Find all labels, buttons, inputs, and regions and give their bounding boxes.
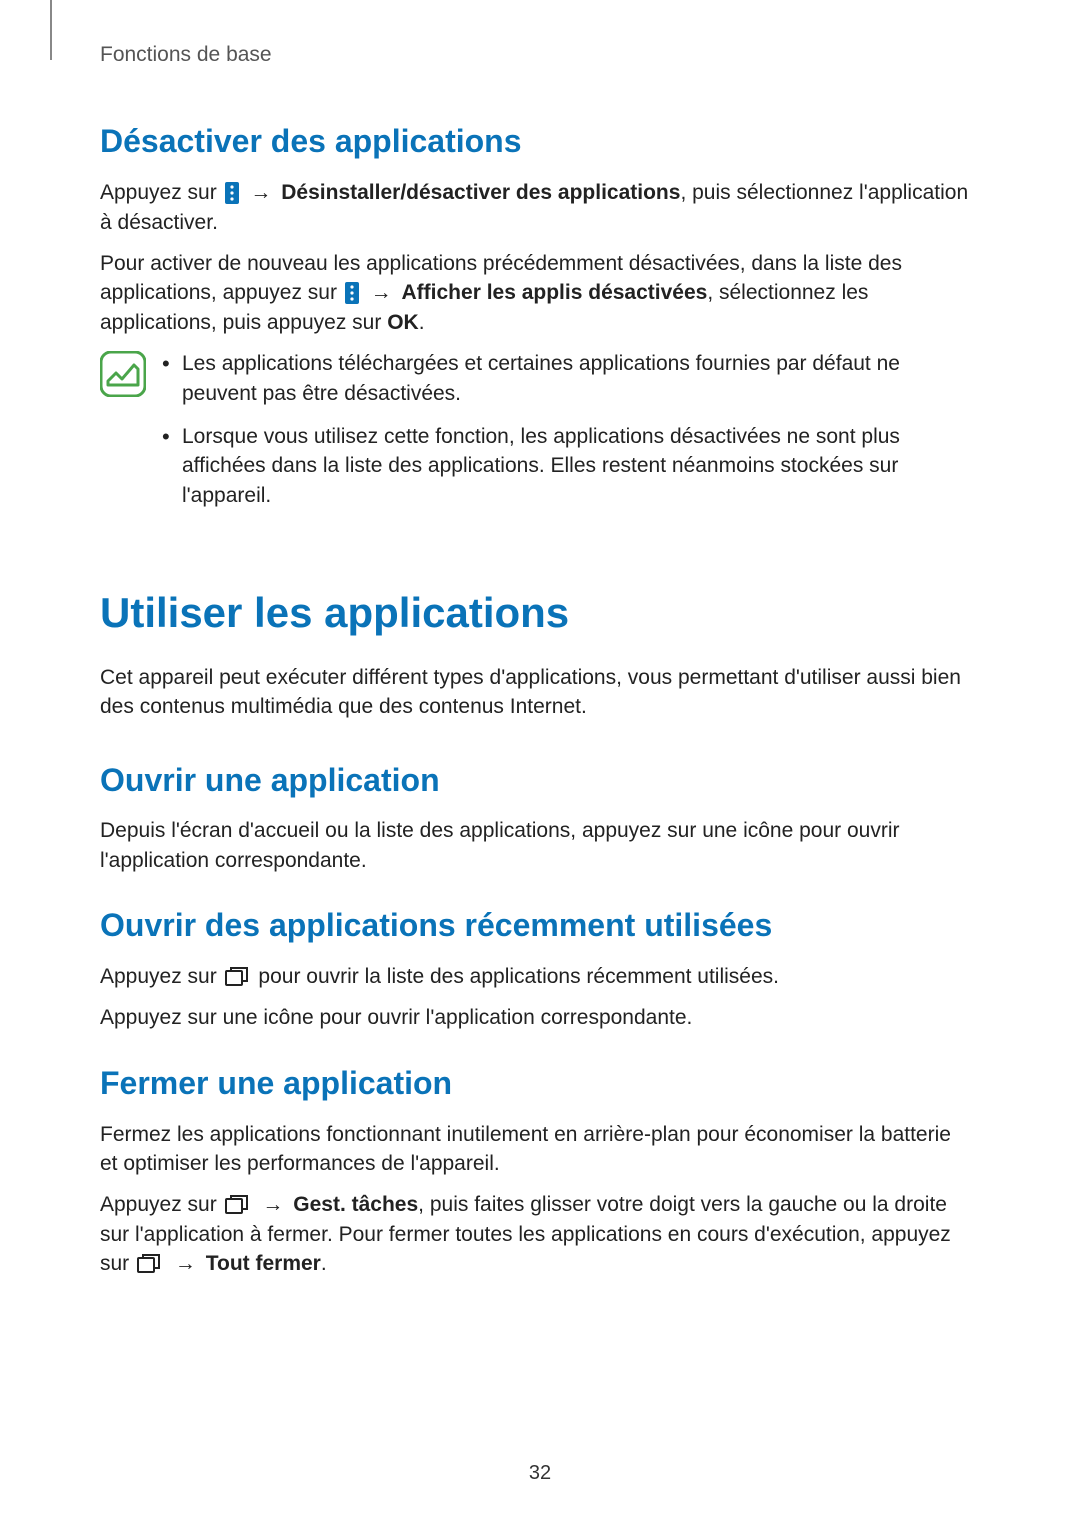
note-item: Lorsque vous utilisez cette fonction, le… <box>182 422 970 510</box>
arrow-icon: → <box>250 181 271 204</box>
para-disable-1: Appuyez sur → Désinstaller/désactiver de… <box>100 178 970 237</box>
note-block: Les applications téléchargées et certain… <box>100 349 970 524</box>
text: pour ouvrir la liste des applications ré… <box>258 965 779 988</box>
arrow-icon: → <box>175 1252 196 1275</box>
note-item: Les applications téléchargées et certain… <box>182 349 970 408</box>
page-header-rule <box>50 0 52 60</box>
recent-apps-icon <box>137 1253 163 1275</box>
heading-disable-apps: Désactiver des applications <box>100 119 970 164</box>
bold-text: Tout fermer <box>206 1252 321 1275</box>
para-recent-2: Appuyez sur une icône pour ouvrir l'appl… <box>100 1003 970 1032</box>
para-disable-2: Pour activer de nouveau les applications… <box>100 249 970 337</box>
para-open-app: Depuis l'écran d'accueil ou la liste des… <box>100 816 970 875</box>
section-disable-apps: Désactiver des applications Appuyez sur … <box>100 119 970 524</box>
heading-use-apps: Utiliser les applications <box>100 584 970 643</box>
para-close-1: Fermez les applications fonctionnant inu… <box>100 1120 970 1179</box>
bold-text: Afficher les applis désactivées <box>402 281 708 304</box>
arrow-icon: → <box>371 281 392 304</box>
recent-apps-icon <box>225 966 251 988</box>
text: Appuyez sur <box>100 181 217 204</box>
heading-close-app: Fermer une application <box>100 1061 970 1106</box>
text: Appuyez sur <box>100 965 217 988</box>
more-options-icon <box>345 282 359 304</box>
recent-apps-icon <box>225 1194 251 1216</box>
para-recent-1: Appuyez sur pour ouvrir la liste des app… <box>100 962 970 991</box>
note-icon <box>100 351 146 397</box>
para-close-2: Appuyez sur → Gest. tâches, puis faites … <box>100 1190 970 1278</box>
para-use-apps: Cet appareil peut exécuter différent typ… <box>100 663 970 722</box>
bold-text: Gest. tâches <box>293 1193 418 1216</box>
text: . <box>321 1252 327 1275</box>
bold-text: Désinstaller/désactiver des applications <box>281 181 680 204</box>
more-options-icon <box>225 182 239 204</box>
section-recent-apps: Ouvrir des applications récemment utilis… <box>100 903 970 1033</box>
document-page: Fonctions de base Désactiver des applica… <box>0 0 1080 1527</box>
breadcrumb: Fonctions de base <box>100 40 970 119</box>
text: . <box>419 311 425 334</box>
heading-recent-apps: Ouvrir des applications récemment utilis… <box>100 903 970 948</box>
arrow-icon: → <box>262 1193 283 1216</box>
text: Appuyez sur <box>100 1193 217 1216</box>
section-close-app: Fermer une application Fermez les applic… <box>100 1061 970 1279</box>
heading-open-app: Ouvrir une application <box>100 758 970 803</box>
bold-text: OK <box>387 311 419 334</box>
page-number: 32 <box>0 1459 1080 1487</box>
note-body: Les applications téléchargées et certain… <box>158 349 970 524</box>
section-open-app: Ouvrir une application Depuis l'écran d'… <box>100 758 970 876</box>
